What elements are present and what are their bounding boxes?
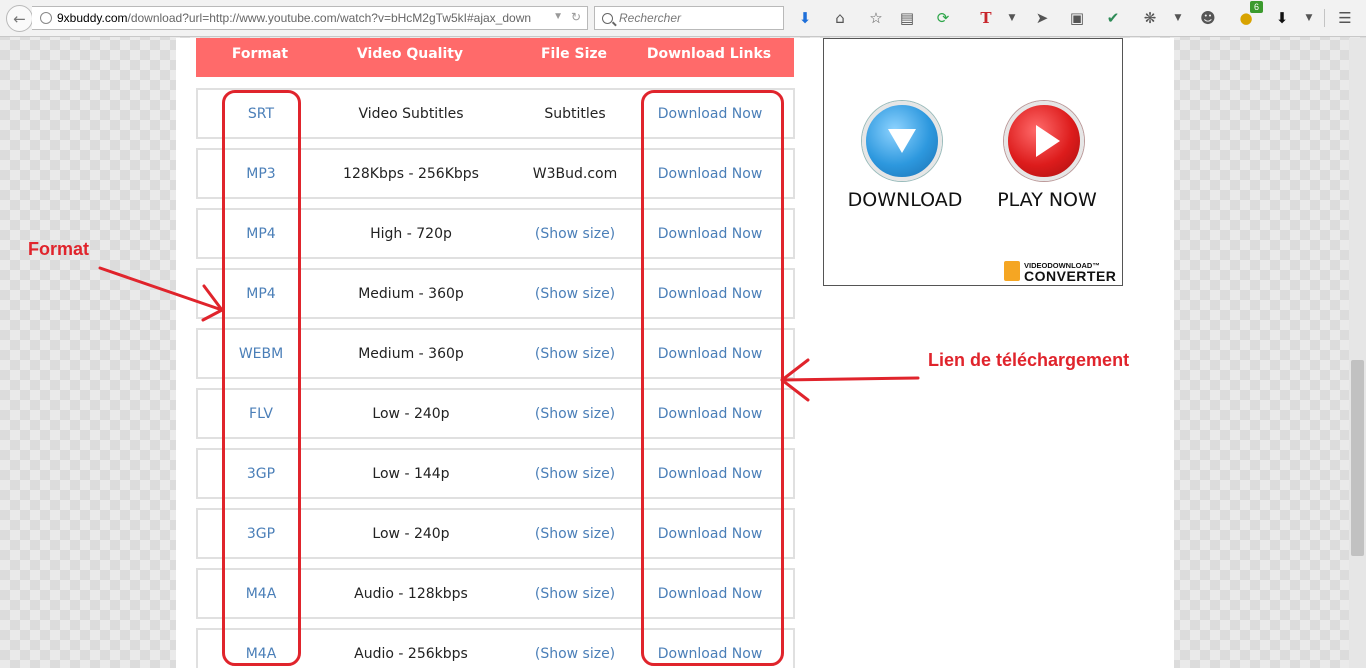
url-bar[interactable]: 9xbuddy.com /download?url=http://www.you…	[32, 6, 588, 30]
show-size-link[interactable]: (Show size)	[535, 586, 615, 602]
quality-cell: High - 720p	[370, 226, 452, 242]
ad-play-label: PLAY NOW	[997, 189, 1097, 211]
download-column-highlight	[641, 90, 784, 666]
smiley-icon[interactable]: ☻	[1198, 8, 1218, 28]
search-icon	[602, 12, 613, 24]
show-size-link[interactable]: (Show size)	[535, 286, 615, 302]
search-placeholder: Rechercher	[619, 11, 682, 25]
sync-icon[interactable]: ⟳	[933, 8, 953, 28]
show-size-link[interactable]: (Show size)	[535, 226, 615, 242]
reload-icon[interactable]: ↻	[571, 10, 581, 24]
notification-badge: 6	[1250, 1, 1263, 13]
send-icon[interactable]: ➤	[1032, 8, 1052, 28]
scrollbar-thumb[interactable]	[1351, 360, 1364, 556]
download-dropdown-icon[interactable]: ▼	[1299, 8, 1319, 28]
bookmarks-list-icon[interactable]: ▤	[897, 8, 917, 28]
show-size-link[interactable]: (Show size)	[535, 346, 615, 362]
converter-logo-icon	[1004, 261, 1020, 281]
quality-cell: Video Subtitles	[358, 106, 464, 122]
bookmark-star-icon[interactable]: ☆	[866, 8, 886, 28]
downloads-icon[interactable]: ⬇	[795, 8, 815, 28]
show-size-link[interactable]: (Show size)	[535, 406, 615, 422]
down-triangle-icon	[888, 129, 916, 153]
download-link-annotation-label: Lien de téléchargement	[928, 350, 1130, 370]
url-path: /download?url=http://www.youtube.com/wat…	[127, 11, 532, 25]
show-size-link[interactable]: (Show size)	[535, 646, 615, 662]
quality-cell: Audio - 128kbps	[354, 586, 468, 602]
play-triangle-icon	[1036, 125, 1060, 157]
header-video-quality: Video Quality	[356, 46, 464, 62]
globe-icon	[40, 12, 52, 24]
size-cell: W3Bud.com	[532, 166, 618, 182]
size-cell: Subtitles	[544, 106, 606, 122]
format-annotation-label: Format	[28, 239, 90, 259]
save-download-icon[interactable]: ▣	[1067, 8, 1087, 28]
show-size-link[interactable]: (Show size)	[535, 466, 615, 482]
ad-download-label: DOWNLOAD	[847, 189, 963, 211]
quality-cell: Low - 144p	[372, 466, 450, 482]
header-file-size: File Size	[540, 46, 608, 62]
quality-cell: 128Kbps - 256Kbps	[343, 166, 479, 182]
play-circle-icon[interactable]	[1004, 101, 1084, 181]
ad-banner[interactable]: DOWNLOAD PLAY NOW VIDEODOWNLOAD™ CONVERT…	[823, 38, 1123, 286]
download-arrow-icon[interactable]: ⬇	[1272, 8, 1292, 28]
translate-dropdown-icon[interactable]: ▼	[1002, 8, 1022, 28]
toolbar-divider	[1324, 9, 1325, 27]
menu-icon[interactable]: ☰	[1335, 8, 1355, 28]
bug-icon[interactable]: ❋	[1140, 8, 1160, 28]
browser-toolbar: ← 9xbuddy.com /download?url=http://www.y…	[0, 0, 1366, 37]
download-circle-icon[interactable]	[862, 101, 942, 181]
quality-cell: Audio - 256kbps	[354, 646, 468, 662]
search-input[interactable]: Rechercher	[594, 6, 784, 30]
header-format: Format	[231, 46, 289, 62]
table-header: Format Video Quality File Size Download …	[196, 38, 794, 77]
page-scrollbar[interactable]	[1349, 38, 1366, 668]
ad-logo-bottom: CONVERTER	[1024, 268, 1117, 284]
url-host: 9xbuddy.com	[57, 11, 128, 25]
show-size-link[interactable]: (Show size)	[535, 526, 615, 542]
header-download-links: Download Links	[646, 46, 772, 62]
quality-cell: Low - 240p	[372, 406, 450, 422]
quality-cell: Medium - 360p	[358, 286, 464, 302]
back-button[interactable]: ←	[6, 5, 33, 32]
bug-dropdown-icon[interactable]: ▼	[1168, 8, 1188, 28]
quality-cell: Low - 240p	[372, 526, 450, 542]
translate-t-icon[interactable]: T	[976, 8, 996, 28]
url-dropdown-icon[interactable]: ▼	[553, 11, 563, 22]
quality-cell: Medium - 360p	[358, 346, 464, 362]
home-icon[interactable]: ⌂	[830, 8, 850, 28]
checkmark-icon[interactable]: ✔	[1103, 8, 1123, 28]
format-column-highlight	[222, 90, 301, 666]
